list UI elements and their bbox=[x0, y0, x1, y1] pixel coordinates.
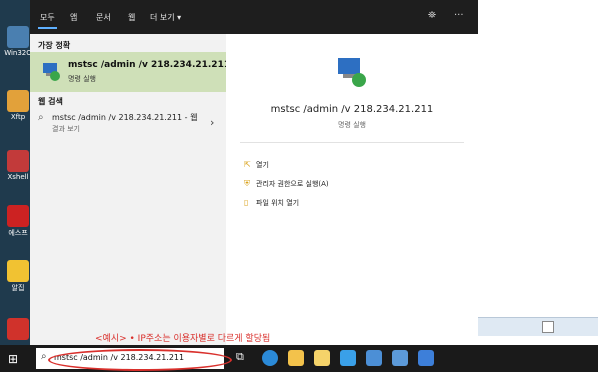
open-icon: ⇱ bbox=[244, 160, 251, 169]
web-result-subtitle: 결과 보기 bbox=[52, 125, 80, 133]
example-caption: <예시> • IP주소는 이용자별로 다르게 할당됨 bbox=[95, 334, 271, 344]
preview-subtitle: 명령 실행 bbox=[338, 121, 366, 129]
best-match-subtitle: 명령 실행 bbox=[68, 75, 96, 83]
tab-apps[interactable]: 앱 bbox=[70, 12, 77, 23]
alzip-icon bbox=[7, 260, 29, 282]
notes-icon[interactable] bbox=[392, 350, 408, 366]
search-filter-tabs: 모두 앱 문서 웹 더 보기 ▾ ⛯ ··· bbox=[30, 0, 478, 34]
taskbar: ⊞ ⌕ mstsc /admin /v 218.234.21.211 ⧉ bbox=[0, 345, 598, 372]
file-location-icon: ▯ bbox=[244, 198, 249, 207]
remote-desktop-icon[interactable] bbox=[366, 350, 382, 366]
app-icon bbox=[7, 26, 29, 48]
desktop-background bbox=[478, 0, 598, 345]
tab-more[interactable]: 더 보기 ▾ bbox=[150, 12, 181, 23]
chevron-right-icon[interactable]: › bbox=[210, 116, 214, 129]
app-icon bbox=[7, 205, 29, 227]
preview-pane: mstsc /admin /v 218.234.21.211 명령 실행 ⇱ 열기… bbox=[226, 34, 478, 345]
shield-icon: ⛨ bbox=[244, 179, 250, 188]
edge-icon[interactable] bbox=[262, 350, 278, 366]
app-icon bbox=[7, 318, 29, 340]
person-feedback-icon[interactable]: ⛯ bbox=[428, 10, 436, 21]
windows-start-icon[interactable]: ⊞ bbox=[8, 352, 18, 366]
search-icon: ⌕ bbox=[38, 112, 44, 123]
action-label: 관리자 권한으로 실행(A) bbox=[256, 180, 329, 188]
action-run-as-admin[interactable]: ⛨ 관리자 권한으로 실행(A) bbox=[244, 179, 329, 189]
action-open[interactable]: ⇱ 열기 bbox=[244, 160, 269, 170]
task-view-icon[interactable]: ⧉ bbox=[236, 350, 252, 366]
results-list: 가장 정확 mstsc /admin /v 218.234.21.211 명령 … bbox=[30, 34, 230, 345]
action-open-file-location[interactable]: ▯ 파일 위치 열기 bbox=[244, 198, 299, 208]
search-icon: ⌕ bbox=[41, 351, 47, 362]
web-search-heading: 웹 검색 bbox=[38, 97, 63, 106]
store-icon[interactable] bbox=[314, 350, 330, 366]
file-explorer-icon[interactable] bbox=[288, 350, 304, 366]
tab-documents[interactable]: 문서 bbox=[96, 12, 111, 23]
mail-icon[interactable] bbox=[340, 350, 356, 366]
best-match-item[interactable]: mstsc /admin /v 218.234.21.211 명령 실행 bbox=[30, 52, 230, 92]
highlight-oval bbox=[48, 349, 232, 371]
best-match-heading: 가장 정확 bbox=[38, 41, 71, 50]
preview-title: mstsc /admin /v 218.234.21.211 bbox=[270, 104, 434, 115]
remote-desktop-icon bbox=[43, 63, 60, 81]
more-icon[interactable]: ··· bbox=[454, 10, 464, 21]
tab-all[interactable]: 모두 bbox=[38, 12, 57, 29]
web-result-title: mstsc /admin /v 218.234.21.211 - 웹 bbox=[52, 113, 198, 122]
web-search-result[interactable]: ⌕ mstsc /admin /v 218.234.21.211 - 웹 결과 … bbox=[30, 110, 226, 140]
action-label: 파일 위치 열기 bbox=[256, 199, 300, 207]
best-match-title: mstsc /admin /v 218.234.21.211 bbox=[68, 60, 231, 70]
xftp-icon bbox=[7, 90, 29, 112]
divider bbox=[240, 142, 464, 143]
remote-desktop-icon bbox=[338, 58, 366, 87]
window-indicator bbox=[542, 321, 554, 333]
xshell-icon bbox=[7, 150, 29, 172]
background-window-strip bbox=[478, 317, 598, 336]
action-label: 열기 bbox=[256, 161, 269, 169]
calendar-icon[interactable] bbox=[418, 350, 434, 366]
tab-web[interactable]: 웹 bbox=[128, 12, 135, 23]
taskbar-search-box[interactable]: ⌕ mstsc /admin /v 218.234.21.211 bbox=[36, 348, 232, 371]
start-search-panel: 모두 앱 문서 웹 더 보기 ▾ ⛯ ··· 가장 정확 mstsc /admi… bbox=[30, 0, 478, 345]
